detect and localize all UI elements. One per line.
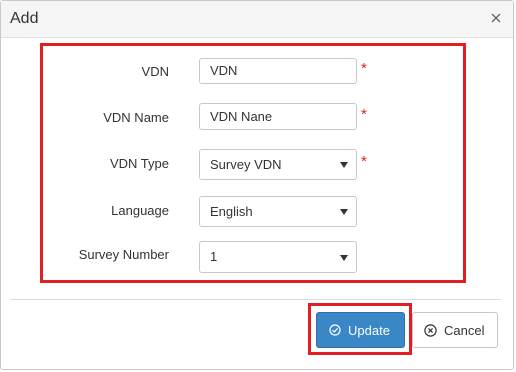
dialog-title: Add	[10, 10, 39, 27]
update-button[interactable]: Update	[316, 312, 405, 348]
language-value: English	[210, 204, 253, 219]
close-icon[interactable]	[489, 11, 503, 25]
survey-number-select[interactable]: 1	[199, 241, 357, 273]
survey-number-label: Survey Number	[78, 247, 169, 262]
vdn-name-required-marker: *	[361, 106, 367, 123]
check-circle-icon	[329, 324, 341, 336]
dialog-titlebar: Add	[1, 1, 513, 38]
vdn-name-label: VDN Name	[103, 110, 169, 125]
vdn-type-required-marker: *	[361, 153, 367, 170]
vdn-input[interactable]: VDN	[199, 58, 357, 84]
add-dialog: Add VDN VDN * VDN Name VDN Nane * VDN Ty…	[0, 0, 514, 370]
language-select[interactable]: English	[199, 196, 357, 227]
update-button-label: Update	[348, 323, 390, 338]
vdn-name-input[interactable]: VDN Nane	[199, 103, 357, 130]
cancel-button[interactable]: Cancel	[412, 312, 498, 348]
vdn-required-marker: *	[361, 60, 367, 77]
vdn-type-select[interactable]: Survey VDN	[199, 149, 357, 180]
vdn-type-value: Survey VDN	[210, 157, 282, 172]
footer-divider	[10, 299, 501, 300]
cancel-button-label: Cancel	[444, 323, 485, 338]
chevron-down-icon	[340, 255, 348, 261]
survey-number-value: 1	[210, 249, 218, 264]
x-circle-icon	[424, 324, 437, 337]
chevron-down-icon	[340, 209, 348, 215]
vdn-label: VDN	[141, 64, 169, 79]
chevron-down-icon	[340, 162, 348, 168]
language-label: Language	[111, 203, 169, 218]
vdn-type-label: VDN Type	[109, 156, 169, 171]
